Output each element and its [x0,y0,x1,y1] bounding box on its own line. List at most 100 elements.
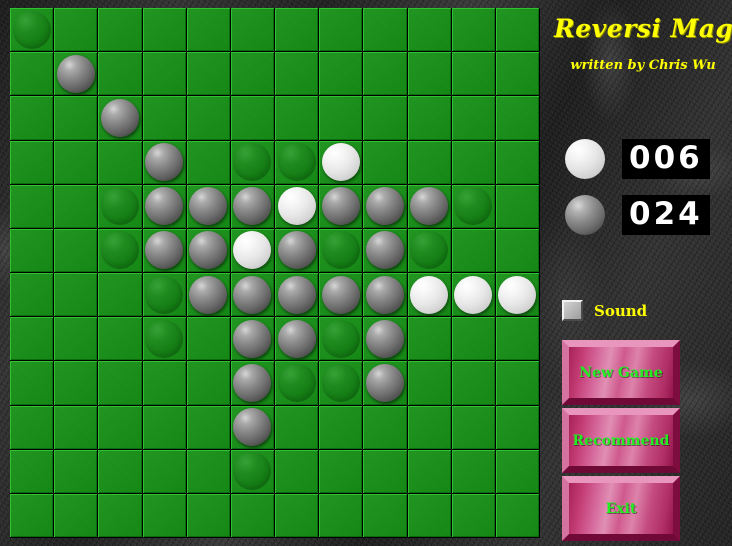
board-cell[interactable] [495,361,540,406]
board-cell[interactable] [363,8,408,53]
board-cell[interactable] [186,96,231,141]
hint-ghost-piece[interactable] [277,143,316,182]
board-cell[interactable] [407,52,452,97]
hint-ghost-piece[interactable] [233,452,272,491]
board-cell[interactable] [10,140,55,185]
exit-button[interactable]: Exit [562,476,680,541]
board-cell[interactable] [319,361,364,406]
board-cell[interactable] [186,8,231,53]
board-cell[interactable] [186,52,231,97]
board-cell[interactable] [275,361,320,406]
board-cell[interactable] [10,8,55,53]
board-cell[interactable] [142,449,187,494]
board-cell[interactable] [451,96,496,141]
board-cell[interactable] [142,228,187,273]
board-cell[interactable] [275,317,320,362]
board-cell[interactable] [407,228,452,273]
board-cell[interactable] [407,449,452,494]
board-cell[interactable] [142,361,187,406]
hint-ghost-piece[interactable] [410,231,449,270]
board-cell[interactable] [230,493,275,538]
board-cell[interactable] [363,493,408,538]
board-cell[interactable] [10,96,55,141]
board-cell[interactable] [186,140,231,185]
board-cell[interactable] [186,405,231,450]
board-cell[interactable] [10,273,55,318]
board-cell[interactable] [54,8,99,53]
board-cell[interactable] [407,493,452,538]
board-cell[interactable] [98,493,143,538]
board-cell[interactable] [186,317,231,362]
board-cell[interactable] [363,228,408,273]
hint-ghost-piece[interactable] [233,143,272,182]
board-cell[interactable] [98,361,143,406]
board-cell[interactable] [319,449,364,494]
board-cell[interactable] [98,405,143,450]
board-cell[interactable] [98,140,143,185]
board-cell[interactable] [319,52,364,97]
board-cell[interactable] [98,8,143,53]
board-cell[interactable] [495,405,540,450]
board-cell[interactable] [54,405,99,450]
board-cell[interactable] [186,273,231,318]
board-cell[interactable] [275,52,320,97]
hint-ghost-piece[interactable] [145,275,184,314]
board-cell[interactable] [142,52,187,97]
board-cell[interactable] [363,449,408,494]
board-cell[interactable] [186,361,231,406]
board-cell[interactable] [54,184,99,229]
board-cell[interactable] [54,140,99,185]
hint-ghost-piece[interactable] [321,363,360,402]
board-cell[interactable] [10,405,55,450]
board-cell[interactable] [363,317,408,362]
board-cell[interactable] [451,228,496,273]
board-cell[interactable] [407,405,452,450]
board-cell[interactable] [363,361,408,406]
board-cell[interactable] [495,184,540,229]
board-cell[interactable] [275,405,320,450]
board-cell[interactable] [451,317,496,362]
board-cell[interactable] [319,140,364,185]
board-cell[interactable] [451,140,496,185]
board-cell[interactable] [407,140,452,185]
board-cell[interactable] [54,96,99,141]
board-cell[interactable] [451,405,496,450]
new-game-button[interactable]: New Game [562,340,680,405]
board-cell[interactable] [275,273,320,318]
board-cell[interactable] [230,140,275,185]
board-cell[interactable] [319,317,364,362]
board-cell[interactable] [98,273,143,318]
board-cell[interactable] [495,493,540,538]
board-cell[interactable] [142,184,187,229]
board-cell[interactable] [451,8,496,53]
board-cell[interactable] [319,273,364,318]
board-cell[interactable] [319,493,364,538]
board-cell[interactable] [230,361,275,406]
board-cell[interactable] [142,140,187,185]
hint-ghost-piece[interactable] [321,319,360,358]
board-cell[interactable] [495,228,540,273]
hint-ghost-piece[interactable] [100,187,139,226]
board-cell[interactable] [54,52,99,97]
board-cell[interactable] [10,493,55,538]
board-cell[interactable] [363,96,408,141]
recommend-button[interactable]: Recommend [562,408,680,473]
board-cell[interactable] [319,405,364,450]
board-cell[interactable] [495,317,540,362]
board-cell[interactable] [98,184,143,229]
board-cell[interactable] [142,405,187,450]
board-cell[interactable] [495,96,540,141]
hint-ghost-piece[interactable] [145,319,184,358]
board-cell[interactable] [495,140,540,185]
board-cell[interactable] [451,184,496,229]
board-cell[interactable] [186,449,231,494]
board-cell[interactable] [54,317,99,362]
board-cell[interactable] [275,449,320,494]
hint-ghost-piece[interactable] [277,363,316,402]
board-cell[interactable] [275,8,320,53]
board-cell[interactable] [142,493,187,538]
board-cell[interactable] [10,184,55,229]
board-cell[interactable] [98,317,143,362]
board-cell[interactable] [451,361,496,406]
board-cell[interactable] [54,228,99,273]
